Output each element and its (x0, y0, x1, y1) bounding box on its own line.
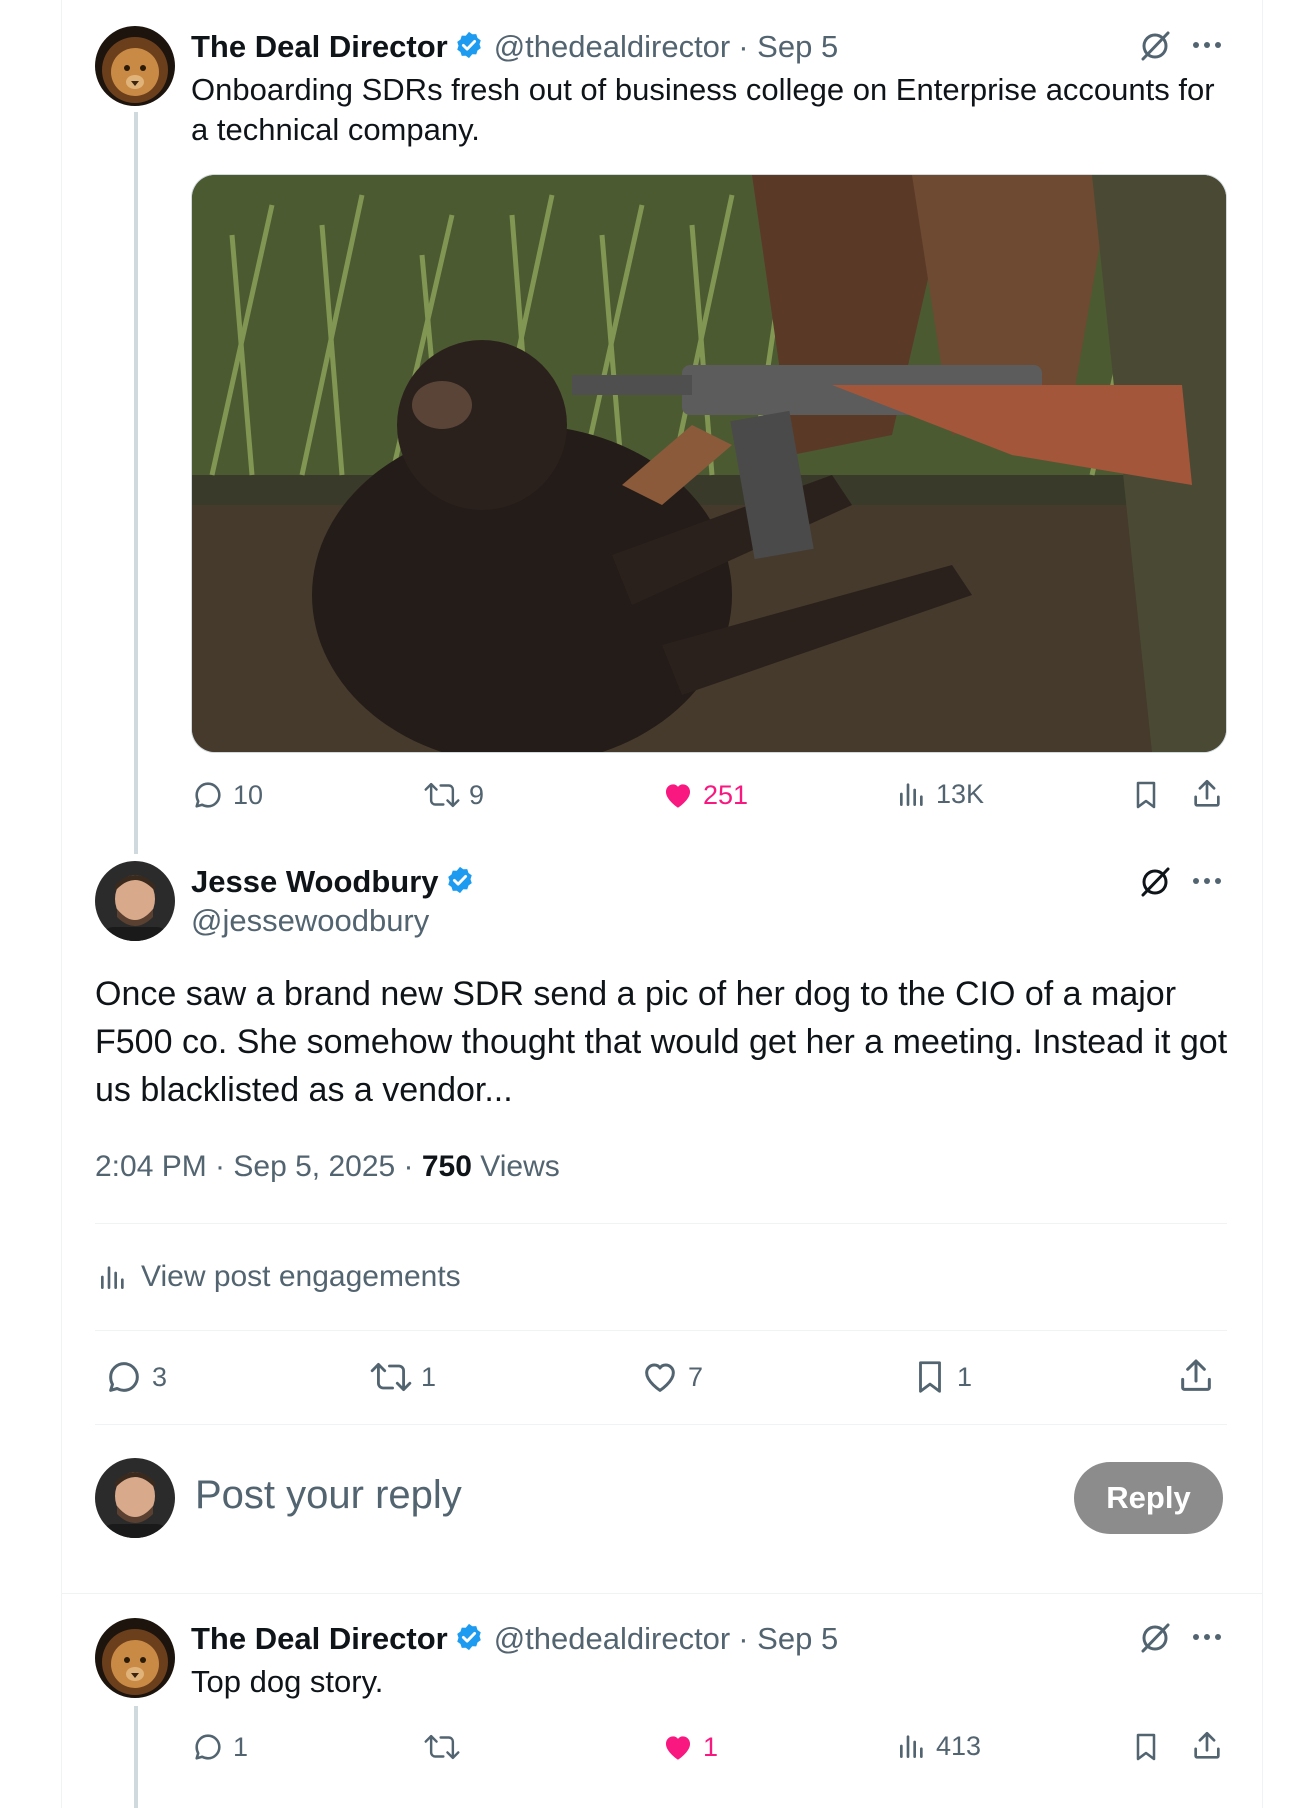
views-button[interactable]: 13K (896, 778, 984, 810)
share-icon (1194, 1731, 1220, 1759)
repost-icon (370, 1363, 412, 1391)
post-text: Once saw a brand new SDR send a pic of h… (95, 975, 1228, 1109)
repost-button[interactable]: 9 (423, 778, 484, 812)
post-date[interactable]: · Sep 5 (738, 1621, 838, 1657)
avatar (95, 1458, 175, 1538)
divider (95, 1424, 1227, 1425)
grok-icon[interactable] (1137, 864, 1173, 905)
reply-icon (195, 782, 221, 808)
share-button[interactable] (1190, 776, 1224, 812)
reply-count: 1 (233, 1731, 249, 1762)
bookmark-button[interactable] (1130, 1730, 1162, 1764)
post-date[interactable]: · Sep 5 (738, 29, 838, 65)
post-text: Top dog story. (191, 1664, 384, 1699)
reply-button[interactable]: 10 (191, 778, 263, 812)
post-header: The Deal Director @thedealdirector · Sep… (191, 1619, 838, 1659)
views-icon (900, 1735, 923, 1758)
thread-line (134, 1706, 138, 1808)
view-engagements-link[interactable]: View post engagements (97, 1260, 461, 1294)
post-header: The Deal Director @thedealdirector · Sep… (191, 27, 838, 67)
author-name[interactable]: The Deal Director (191, 29, 448, 65)
more-options-icon[interactable] (1190, 30, 1224, 65)
bookmark-icon (1136, 1733, 1156, 1761)
views-icon (101, 1266, 124, 1289)
grok-icon[interactable] (1137, 1620, 1173, 1661)
share-button[interactable] (1190, 1728, 1224, 1764)
like-count: 251 (703, 779, 749, 810)
author-name[interactable]: The Deal Director (191, 1621, 448, 1657)
post-meta: 2:04 PM · Sep 5, 2025 · 750 Views (95, 1150, 560, 1184)
reply-submit-button[interactable]: Reply (1074, 1462, 1223, 1534)
post-image[interactable] (191, 174, 1227, 753)
bookmark-icon (919, 1361, 941, 1393)
bookmark-button[interactable] (1130, 778, 1162, 812)
views-count: 750 (421, 1150, 472, 1183)
bookmark-button[interactable]: 1 (911, 1357, 972, 1397)
engagements-label: View post engagements (141, 1260, 461, 1293)
like-button[interactable]: 1 (661, 1730, 718, 1764)
views-label: Views (471, 1150, 560, 1183)
reply-input[interactable]: Post your reply (195, 1473, 462, 1518)
repost-icon (424, 782, 460, 808)
heart-filled-icon (665, 784, 691, 808)
reply-button[interactable]: 1 (191, 1730, 248, 1764)
author-handle[interactable]: @thedealdirector (494, 1621, 731, 1657)
avatar[interactable] (95, 26, 175, 106)
reply-icon (109, 1362, 139, 1392)
author-handle[interactable]: @jessewoodbury (191, 903, 429, 939)
like-button[interactable]: 251 (661, 778, 748, 812)
bookmark-count: 1 (957, 1361, 973, 1392)
more-options-icon[interactable] (1190, 1622, 1224, 1657)
author-name[interactable]: Jesse Woodbury (191, 864, 439, 900)
repost-button[interactable]: 1 (369, 1357, 436, 1397)
verified-badge-icon (454, 30, 484, 65)
grok-icon[interactable] (1137, 28, 1173, 69)
post-header: Jesse Woodbury (191, 862, 475, 902)
share-button[interactable] (1176, 1355, 1216, 1397)
avatar[interactable] (95, 861, 175, 941)
divider (95, 1223, 1227, 1224)
heart-icon (645, 1363, 675, 1392)
like-count: 1 (703, 1731, 719, 1762)
share-icon (1181, 1359, 1211, 1391)
repost-count: 9 (469, 779, 485, 810)
reply-button[interactable]: 3 (104, 1357, 167, 1397)
views-icon (900, 783, 923, 806)
repost-icon (424, 1734, 460, 1760)
repost-count: 1 (421, 1361, 437, 1392)
repost-button[interactable] (423, 1730, 461, 1764)
author-handle[interactable]: @thedealdirector (494, 29, 731, 65)
share-icon (1194, 779, 1220, 807)
more-options-icon[interactable] (1190, 866, 1224, 901)
views-count: 13K (936, 778, 985, 809)
post-text: Onboarding SDRs fresh out of business co… (191, 72, 1215, 147)
views-count: 413 (936, 1730, 982, 1761)
views-button[interactable]: 413 (896, 1730, 981, 1762)
bookmark-icon (1136, 781, 1156, 809)
verified-badge-icon (445, 865, 475, 900)
reply-count: 3 (152, 1361, 168, 1392)
reply-count: 10 (233, 779, 264, 810)
reply-icon (195, 1734, 221, 1760)
thread-line (134, 112, 138, 854)
avatar[interactable] (95, 1618, 175, 1698)
post-timestamp[interactable]: 2:04 PM · Sep 5, 2025 · (95, 1150, 422, 1183)
like-button[interactable]: 7 (640, 1357, 703, 1397)
heart-filled-icon (665, 1736, 691, 1760)
divider (95, 1330, 1227, 1331)
like-count: 7 (688, 1361, 704, 1392)
verified-badge-icon (454, 1622, 484, 1657)
divider (61, 1593, 1262, 1594)
